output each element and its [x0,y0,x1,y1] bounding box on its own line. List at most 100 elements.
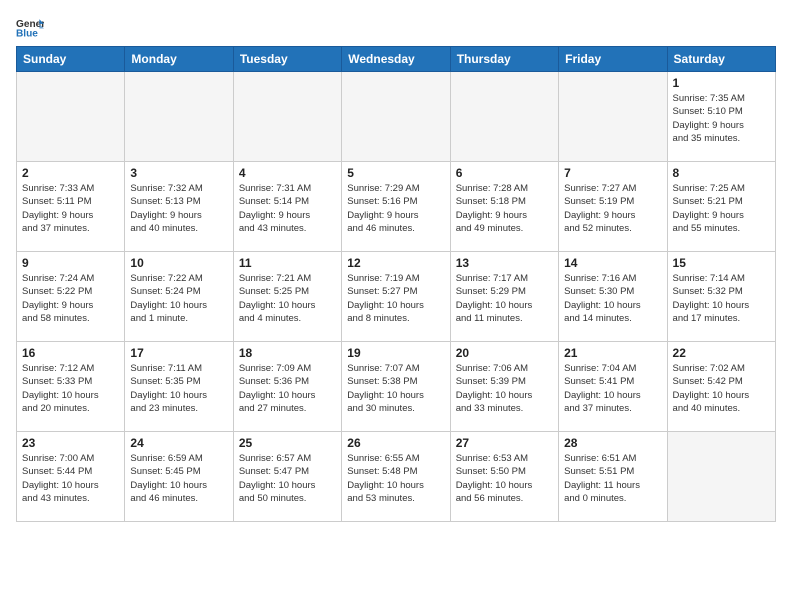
calendar-day-cell: 7 Sunrise: 7:27 AM Sunset: 5:19 PM Daylig… [559,162,667,252]
calendar-week-row: 23 Sunrise: 7:00 AM Sunset: 5:44 PM Dayli… [17,432,776,522]
day-number: 27 [456,436,553,450]
day-info: Sunrise: 6:57 AM Sunset: 5:47 PM Dayligh… [239,452,336,505]
logo: General Blue [16,16,44,38]
calendar-day-cell: 5 Sunrise: 7:29 AM Sunset: 5:16 PM Daylig… [342,162,450,252]
calendar-day-cell: 25 Sunrise: 6:57 AM Sunset: 5:47 PM Dayli… [233,432,341,522]
page-header: General Blue [16,16,776,38]
calendar-day-cell: 4 Sunrise: 7:31 AM Sunset: 5:14 PM Daylig… [233,162,341,252]
day-of-week-header: Saturday [667,47,775,72]
calendar-day-cell [559,72,667,162]
day-number: 2 [22,166,119,180]
calendar-day-cell: 24 Sunrise: 6:59 AM Sunset: 5:45 PM Dayli… [125,432,233,522]
day-number: 6 [456,166,553,180]
calendar-week-row: 9Sunrise: 7:24 AM Sunset: 5:22 PM Daylig… [17,252,776,342]
logo-icon: General Blue [16,16,44,38]
day-number: 28 [564,436,661,450]
day-number: 10 [130,256,227,270]
day-number: 3 [130,166,227,180]
calendar-day-cell [450,72,558,162]
day-info: Sunrise: 7:00 AM Sunset: 5:44 PM Dayligh… [22,452,119,505]
day-info: Sunrise: 6:55 AM Sunset: 5:48 PM Dayligh… [347,452,444,505]
day-number: 12 [347,256,444,270]
day-info: Sunrise: 7:04 AM Sunset: 5:41 PM Dayligh… [564,362,661,415]
day-info: Sunrise: 7:06 AM Sunset: 5:39 PM Dayligh… [456,362,553,415]
day-info: Sunrise: 7:11 AM Sunset: 5:35 PM Dayligh… [130,362,227,415]
day-info: Sunrise: 7:21 AM Sunset: 5:25 PM Dayligh… [239,272,336,325]
day-info: Sunrise: 7:35 AM Sunset: 5:10 PM Dayligh… [673,92,770,145]
day-info: Sunrise: 7:29 AM Sunset: 5:16 PM Dayligh… [347,182,444,235]
calendar-day-cell [17,72,125,162]
day-number: 5 [347,166,444,180]
day-info: Sunrise: 6:53 AM Sunset: 5:50 PM Dayligh… [456,452,553,505]
day-number: 7 [564,166,661,180]
day-number: 20 [456,346,553,360]
day-of-week-header: Sunday [17,47,125,72]
day-of-week-header: Friday [559,47,667,72]
day-info: Sunrise: 7:22 AM Sunset: 5:24 PM Dayligh… [130,272,227,325]
calendar-day-cell: 26 Sunrise: 6:55 AM Sunset: 5:48 PM Dayli… [342,432,450,522]
day-info: Sunrise: 7:17 AM Sunset: 5:29 PM Dayligh… [456,272,553,325]
calendar-day-cell: 15 Sunrise: 7:14 AM Sunset: 5:32 PM Dayli… [667,252,775,342]
day-number: 17 [130,346,227,360]
calendar-day-cell: 12 Sunrise: 7:19 AM Sunset: 5:27 PM Dayli… [342,252,450,342]
calendar-header-row: SundayMondayTuesdayWednesdayThursdayFrid… [17,47,776,72]
day-number: 11 [239,256,336,270]
day-info: Sunrise: 7:12 AM Sunset: 5:33 PM Dayligh… [22,362,119,415]
calendar-day-cell [342,72,450,162]
day-number: 9 [22,256,119,270]
day-number: 24 [130,436,227,450]
calendar-day-cell [125,72,233,162]
day-info: Sunrise: 7:14 AM Sunset: 5:32 PM Dayligh… [673,272,770,325]
day-number: 23 [22,436,119,450]
day-info: Sunrise: 7:07 AM Sunset: 5:38 PM Dayligh… [347,362,444,415]
calendar-day-cell [233,72,341,162]
day-number: 13 [456,256,553,270]
day-info: Sunrise: 6:51 AM Sunset: 5:51 PM Dayligh… [564,452,661,505]
calendar-day-cell: 16 Sunrise: 7:12 AM Sunset: 5:33 PM Dayli… [17,342,125,432]
calendar-day-cell: 2 Sunrise: 7:33 AM Sunset: 5:11 PM Daylig… [17,162,125,252]
day-of-week-header: Wednesday [342,47,450,72]
day-of-week-header: Tuesday [233,47,341,72]
calendar-day-cell: 20 Sunrise: 7:06 AM Sunset: 5:39 PM Dayli… [450,342,558,432]
calendar-day-cell: 18Sunrise: 7:09 AM Sunset: 5:36 PM Dayli… [233,342,341,432]
day-info: Sunrise: 7:09 AM Sunset: 5:36 PM Dayligh… [239,362,336,415]
day-number: 4 [239,166,336,180]
calendar-day-cell: 19 Sunrise: 7:07 AM Sunset: 5:38 PM Dayli… [342,342,450,432]
day-number: 16 [22,346,119,360]
calendar-day-cell: 1 Sunrise: 7:35 AM Sunset: 5:10 PM Daylig… [667,72,775,162]
calendar-week-row: 16 Sunrise: 7:12 AM Sunset: 5:33 PM Dayli… [17,342,776,432]
calendar-day-cell: 17 Sunrise: 7:11 AM Sunset: 5:35 PM Dayli… [125,342,233,432]
calendar-week-row: 2 Sunrise: 7:33 AM Sunset: 5:11 PM Daylig… [17,162,776,252]
day-number: 19 [347,346,444,360]
day-info: Sunrise: 7:19 AM Sunset: 5:27 PM Dayligh… [347,272,444,325]
day-number: 25 [239,436,336,450]
day-number: 15 [673,256,770,270]
day-number: 22 [673,346,770,360]
day-number: 8 [673,166,770,180]
calendar-day-cell: 10 Sunrise: 7:22 AM Sunset: 5:24 PM Dayli… [125,252,233,342]
calendar-day-cell: 3 Sunrise: 7:32 AM Sunset: 5:13 PM Daylig… [125,162,233,252]
calendar-day-cell: 8 Sunrise: 7:25 AM Sunset: 5:21 PM Daylig… [667,162,775,252]
day-number: 21 [564,346,661,360]
calendar-day-cell: 11 Sunrise: 7:21 AM Sunset: 5:25 PM Dayli… [233,252,341,342]
svg-text:Blue: Blue [16,28,38,38]
day-info: Sunrise: 7:32 AM Sunset: 5:13 PM Dayligh… [130,182,227,235]
day-info: Sunrise: 7:25 AM Sunset: 5:21 PM Dayligh… [673,182,770,235]
calendar-day-cell: 13 Sunrise: 7:17 AM Sunset: 5:29 PM Dayli… [450,252,558,342]
calendar-day-cell: 23 Sunrise: 7:00 AM Sunset: 5:44 PM Dayli… [17,432,125,522]
calendar-day-cell: 6Sunrise: 7:28 AM Sunset: 5:18 PM Daylig… [450,162,558,252]
day-info: Sunrise: 7:33 AM Sunset: 5:11 PM Dayligh… [22,182,119,235]
day-info: Sunrise: 7:16 AM Sunset: 5:30 PM Dayligh… [564,272,661,325]
calendar-day-cell: 14Sunrise: 7:16 AM Sunset: 5:30 PM Dayli… [559,252,667,342]
calendar-day-cell [667,432,775,522]
calendar-day-cell: 28 Sunrise: 6:51 AM Sunset: 5:51 PM Dayli… [559,432,667,522]
day-number: 1 [673,76,770,90]
day-number: 26 [347,436,444,450]
day-info: Sunrise: 7:27 AM Sunset: 5:19 PM Dayligh… [564,182,661,235]
calendar-day-cell: 21 Sunrise: 7:04 AM Sunset: 5:41 PM Dayli… [559,342,667,432]
calendar-day-cell: 27 Sunrise: 6:53 AM Sunset: 5:50 PM Dayli… [450,432,558,522]
day-info: Sunrise: 7:31 AM Sunset: 5:14 PM Dayligh… [239,182,336,235]
day-of-week-header: Monday [125,47,233,72]
calendar-day-cell: 22Sunrise: 7:02 AM Sunset: 5:42 PM Dayli… [667,342,775,432]
day-info: Sunrise: 6:59 AM Sunset: 5:45 PM Dayligh… [130,452,227,505]
